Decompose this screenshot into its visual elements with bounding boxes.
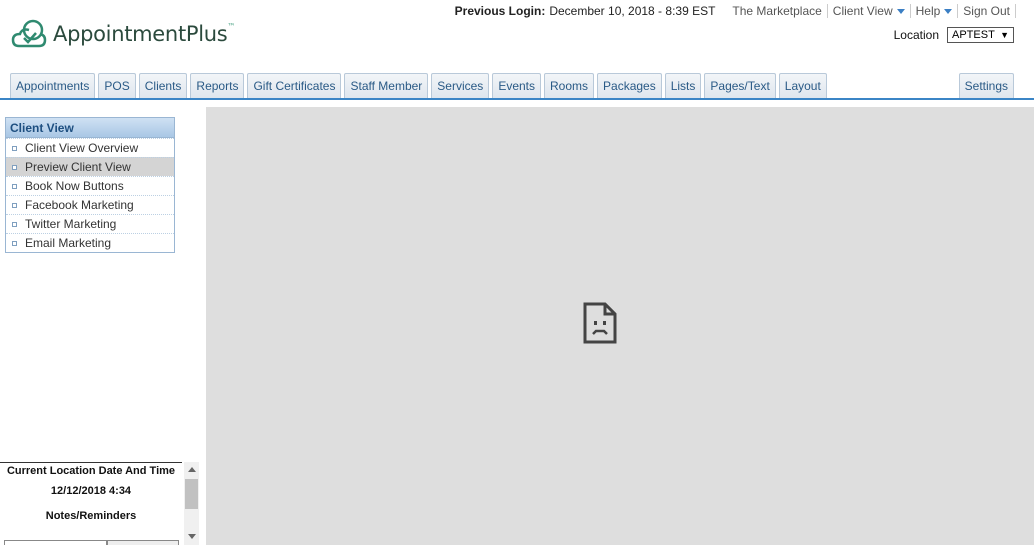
- app-page: AppointmentPlus™ Previous Login: Decembe…: [0, 0, 1034, 545]
- previous-login-label: Previous Login:: [454, 4, 546, 18]
- main-nav-tabs: Appointments POS Clients Reports Gift Ce…: [10, 73, 1014, 98]
- datetime-title: Current Location Date And Time: [6, 465, 176, 477]
- sign-out-link[interactable]: Sign Out: [958, 4, 1016, 18]
- tab-clients[interactable]: Clients: [138, 73, 188, 98]
- cloud-check-logo-icon: [11, 19, 47, 48]
- brand-name: AppointmentPlus™: [53, 22, 236, 46]
- submenu-item-preview-client-view[interactable]: Preview Client View: [6, 157, 174, 176]
- bullet-icon: [12, 145, 17, 151]
- tab-staff-member[interactable]: Staff Member: [344, 73, 429, 98]
- client-view-submenu: Client View Client View Overview Preview…: [5, 117, 175, 253]
- broken-page-icon: [583, 302, 617, 344]
- tab-appointments[interactable]: Appointments: [10, 73, 96, 98]
- trademark: ™: [227, 22, 236, 31]
- location-select[interactable]: APTEST ▼: [947, 27, 1014, 43]
- chevron-down-icon: [896, 8, 905, 14]
- tab-packages[interactable]: Packages: [597, 73, 662, 98]
- tab-reports[interactable]: Reports: [190, 73, 245, 98]
- bullet-icon: [12, 202, 17, 208]
- location-datetime-panel: Current Location Date And Time 12/12/201…: [0, 462, 182, 545]
- submenu-item-facebook-marketing[interactable]: Facebook Marketing: [6, 195, 174, 214]
- tab-gift-certificates[interactable]: Gift Certificates: [247, 73, 342, 98]
- scroll-thumb[interactable]: [185, 479, 198, 509]
- scroll-up-icon[interactable]: [188, 467, 196, 472]
- previous-login-value: December 10, 2018 - 8:39 EST: [549, 4, 716, 18]
- notes-controls: [4, 540, 179, 545]
- scroll-down-icon[interactable]: [188, 534, 196, 539]
- chevron-down-icon: [944, 8, 953, 14]
- notes-input[interactable]: [4, 540, 107, 545]
- location-selector: Location APTEST ▼: [894, 27, 1014, 43]
- brand-logo[interactable]: AppointmentPlus™: [11, 19, 235, 49]
- submenu-item-book-now-buttons[interactable]: Book Now Buttons: [6, 176, 174, 195]
- submenu-item-email-marketing[interactable]: Email Marketing: [6, 233, 174, 252]
- tab-layout[interactable]: Layout: [778, 73, 827, 98]
- client-view-menu[interactable]: Client View: [828, 4, 911, 18]
- panel-scrollbar[interactable]: [184, 462, 199, 545]
- tab-pos[interactable]: POS: [98, 73, 136, 98]
- tab-rooms[interactable]: Rooms: [544, 73, 595, 98]
- tab-lists[interactable]: Lists: [664, 73, 702, 98]
- bullet-icon: [12, 164, 17, 170]
- tab-events[interactable]: Events: [492, 73, 541, 98]
- preview-frame: [206, 107, 1034, 545]
- tab-services[interactable]: Services: [431, 73, 490, 98]
- submenu-item-client-view-overview[interactable]: Client View Overview: [6, 138, 174, 157]
- add-note-button[interactable]: [107, 540, 179, 545]
- help-menu[interactable]: Help: [911, 4, 959, 18]
- notes-title: Notes/Reminders: [45, 510, 137, 522]
- location-value: APTEST: [952, 29, 995, 41]
- tab-pages-text[interactable]: Pages/Text: [704, 73, 776, 98]
- dropdown-arrow-icon: ▼: [1000, 30, 1009, 40]
- datetime-value: 12/12/2018 4:34: [50, 485, 132, 497]
- bullet-icon: [12, 221, 17, 227]
- tab-settings[interactable]: Settings: [958, 73, 1014, 98]
- top-bar: Previous Login: December 10, 2018 - 8:39…: [455, 4, 1016, 18]
- bullet-icon: [12, 183, 17, 189]
- marketplace-link[interactable]: The Marketplace: [727, 4, 828, 18]
- location-label: Location: [893, 28, 939, 42]
- bullet-icon: [12, 240, 17, 246]
- tab-underline: [0, 98, 1034, 100]
- submenu-item-twitter-marketing[interactable]: Twitter Marketing: [6, 214, 174, 233]
- submenu-title: Client View: [6, 118, 174, 138]
